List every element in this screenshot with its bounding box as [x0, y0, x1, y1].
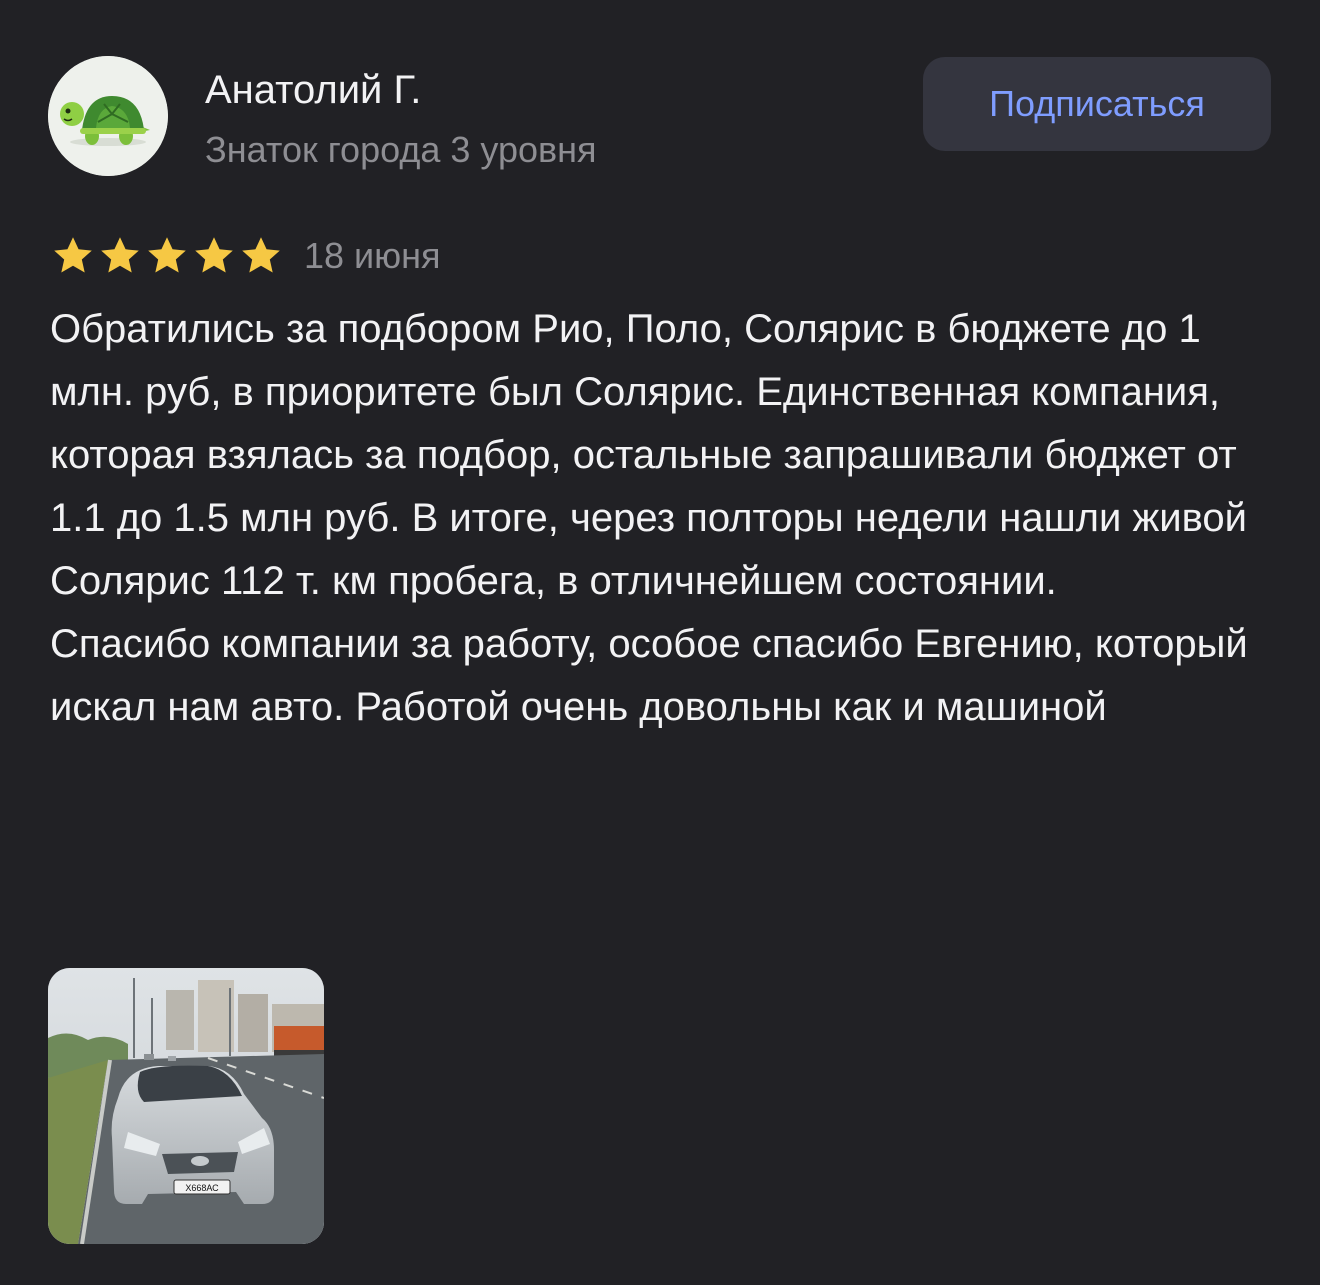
rating-row: 18 июня	[50, 232, 441, 280]
review-paragraph: Обратились за подбором Рио, Поло, Соляри…	[50, 307, 1247, 603]
review-date: 18 июня	[304, 235, 441, 276]
car-plate-text: Х668АС	[185, 1183, 219, 1193]
rating-stars	[50, 233, 284, 279]
author-name[interactable]: Анатолий Г.	[205, 64, 421, 116]
car-photo-image: Х668АС	[48, 968, 324, 1244]
star-icon	[54, 237, 92, 273]
author-level: Знаток города 3 уровня	[205, 129, 597, 170]
review-paragraph: Спасибо компании за работу, особое спаси…	[50, 622, 1248, 729]
star-icon	[242, 237, 280, 273]
turtle-icon	[48, 56, 168, 176]
star-icon	[101, 237, 139, 273]
subscribe-button[interactable]: Подписаться	[923, 57, 1271, 151]
author-avatar[interactable]	[48, 56, 168, 176]
star-icon	[148, 237, 186, 273]
review-photo[interactable]: Х668АС	[48, 968, 324, 1244]
star-icon	[195, 237, 233, 273]
review-text: Обратились за подбором Рио, Поло, Соляри…	[50, 298, 1290, 739]
